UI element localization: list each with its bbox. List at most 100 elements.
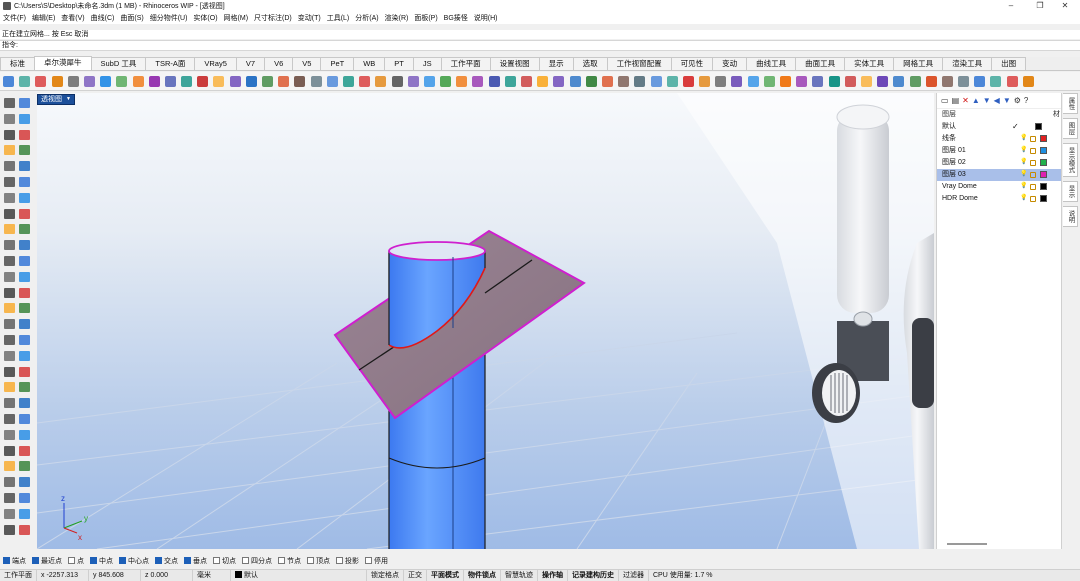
left-tool-icon[interactable] (19, 477, 30, 488)
osnap-checkbox[interactable] (119, 557, 126, 564)
osnap-item[interactable]: 切点 (213, 556, 236, 566)
toolbar-tool-icon[interactable] (359, 75, 371, 87)
layer-color-swatch[interactable] (1040, 135, 1047, 142)
toolbar-tool-icon[interactable] (310, 75, 322, 87)
toolbar-tool-icon[interactable] (812, 75, 824, 87)
toolbar-tool-icon[interactable] (83, 75, 95, 87)
osnap-item[interactable]: 四分点 (242, 556, 272, 566)
toolbar-tab[interactable]: 曲线工具 (746, 57, 797, 70)
menu-item[interactable]: 曲面(S) (120, 13, 143, 23)
toolbar-tool-icon[interactable] (35, 75, 47, 87)
left-tool-icon[interactable] (19, 129, 30, 140)
toolbar-tool-icon[interactable] (391, 75, 403, 87)
toolbar-tool-icon[interactable] (941, 75, 953, 87)
toolbar-tab[interactable]: PT (384, 57, 414, 70)
toolbar-tab[interactable]: 工作视窗配置 (606, 57, 672, 70)
layer-color-swatch[interactable] (1040, 183, 1047, 190)
toolbar-tool-icon[interactable] (731, 75, 743, 87)
left-tool-icon[interactable] (19, 98, 30, 108)
osnap-item[interactable]: 中心点 (119, 556, 149, 566)
status-toggle[interactable]: 锁定格点 (367, 570, 404, 581)
toolbar-tool-icon[interactable] (164, 75, 176, 87)
side-tab[interactable]: 显示 (1063, 181, 1078, 202)
move-up-icon[interactable]: ▲ (972, 96, 980, 105)
toolbar-tool-icon[interactable] (553, 75, 565, 87)
toolbar-tool-icon[interactable] (342, 75, 354, 87)
osnap-item[interactable]: 垂点 (184, 556, 207, 566)
menu-item[interactable]: 说明(H) (474, 13, 498, 23)
toolbar-tab[interactable]: TSR-A面 (145, 57, 196, 70)
left-tool-icon[interactable] (19, 508, 30, 519)
left-tool-icon[interactable] (4, 398, 15, 409)
status-toggle[interactable]: 物件锁点 (464, 570, 501, 581)
left-tool-icon[interactable] (4, 129, 15, 140)
move-down-icon[interactable]: ▼ (983, 96, 991, 105)
toolbar-tool-icon[interactable] (909, 75, 921, 87)
left-tool-icon[interactable] (19, 177, 30, 187)
toolbar-tool-icon[interactable] (148, 75, 160, 87)
left-tool-icon[interactable] (19, 445, 30, 456)
lock-icon[interactable] (1030, 159, 1036, 166)
left-tool-icon[interactable] (19, 398, 30, 409)
layer-color-swatch[interactable] (1040, 159, 1047, 166)
toolbar-tab[interactable]: 网格工具 (893, 57, 944, 70)
left-tool-icon[interactable] (19, 335, 30, 345)
toolbar-tab[interactable]: 实体工具 (844, 57, 895, 70)
left-tool-icon[interactable] (19, 271, 30, 282)
side-tab[interactable]: 显示模式 (1063, 143, 1078, 177)
toolbar-tab[interactable]: 显示 (538, 57, 574, 70)
left-tool-icon[interactable] (19, 208, 30, 219)
menu-item[interactable]: 文件(F) (3, 13, 26, 23)
visibility-bulb-icon[interactable]: 💡 (1020, 183, 1027, 190)
filter-icon[interactable]: ▼ (1003, 96, 1011, 105)
osnap-checkbox[interactable] (242, 557, 249, 564)
toolbar-tab[interactable]: 出图 (991, 57, 1027, 70)
toolbar-tab[interactable]: 曲面工具 (795, 57, 846, 70)
toolbar-tool-icon[interactable] (958, 75, 970, 87)
toolbar-tool-icon[interactable] (747, 75, 759, 87)
toolbar-tool-icon[interactable] (504, 75, 516, 87)
osnap-item[interactable]: 节点 (278, 556, 301, 566)
left-tool-icon[interactable] (4, 303, 15, 314)
toolbar-tool-icon[interactable] (537, 75, 549, 87)
left-tool-icon[interactable] (4, 414, 15, 424)
left-tool-icon[interactable] (19, 366, 30, 377)
visibility-bulb-icon[interactable]: 💡 (1020, 135, 1027, 142)
toolbar-tab[interactable]: 标准 (0, 57, 35, 70)
menu-item[interactable]: BG揍怪 (444, 13, 468, 23)
layer-row[interactable]: 图层 03 💡 (937, 169, 1061, 181)
layer-color-swatch[interactable] (1040, 195, 1047, 202)
toolbar-tool-icon[interactable] (601, 75, 613, 87)
toolbar-tool-icon[interactable] (100, 75, 112, 87)
toolbar-tool-icon[interactable] (1022, 75, 1034, 87)
layer-row[interactable]: HDR Dome 💡 (937, 193, 1061, 205)
left-tool-icon[interactable] (4, 477, 15, 488)
toolbar-tool-icon[interactable] (521, 75, 532, 87)
left-tool-icon[interactable] (4, 319, 15, 330)
toolbar-tool-icon[interactable] (19, 75, 31, 87)
left-tool-icon[interactable] (19, 350, 30, 361)
toolbar-tab[interactable]: SubD 工具 (90, 57, 147, 70)
osnap-checkbox[interactable] (184, 557, 191, 564)
menu-item[interactable]: 细分物件(U) (150, 13, 188, 23)
toolbar-tab[interactable]: VRay5 (194, 57, 237, 70)
minimize-button[interactable]: – (996, 0, 1026, 12)
toolbar-tool-icon[interactable] (181, 75, 193, 87)
left-tool-icon[interactable] (4, 224, 15, 235)
toolbar-tool-icon[interactable] (229, 75, 241, 87)
layer-row[interactable]: 线条 💡 (937, 133, 1061, 145)
lock-icon[interactable] (1030, 135, 1036, 142)
toolbar-tool-icon[interactable] (116, 75, 128, 87)
close-button[interactable]: ✕ (1050, 0, 1080, 12)
toolbar-tab[interactable]: JS (412, 57, 442, 70)
layer-color-swatch[interactable] (1040, 171, 1047, 178)
status-toggle[interactable]: 操作轴 (538, 570, 568, 581)
visibility-bulb-icon[interactable]: 💡 (1020, 159, 1027, 166)
status-toggle[interactable]: 过滤器 (619, 570, 649, 581)
toolbar-tab[interactable]: 变动 (712, 57, 748, 70)
left-tool-icon[interactable] (4, 208, 15, 219)
left-tool-icon[interactable] (4, 145, 15, 156)
toolbar-tool-icon[interactable] (488, 75, 500, 87)
perspective-viewport[interactable]: z y x 透视图 ▼ (37, 93, 934, 549)
visibility-bulb-icon[interactable]: 💡 (1020, 195, 1027, 202)
